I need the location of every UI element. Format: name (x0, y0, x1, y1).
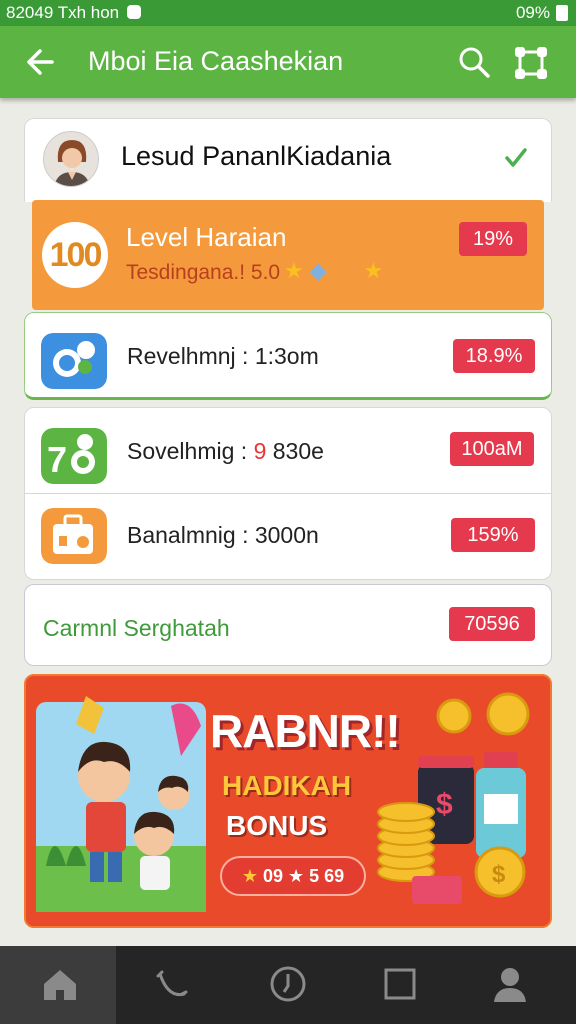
row-label: Revelhmnj : 1:3om (127, 343, 319, 369)
list-item[interactable]: Banalmnig : 3000n 159% (24, 493, 552, 580)
chat-bubble-icon (41, 333, 107, 389)
arrow-left-icon[interactable] (24, 44, 56, 80)
row-badge: 159% (451, 518, 535, 552)
app-title: Mboi Eia Caashekian (88, 46, 344, 76)
carmin-badge: 70596 (449, 607, 535, 641)
bonus-banner[interactable]: $ $ RABNR!! HADIKAH BONUS ★ 09 ★ 5 69 (24, 674, 552, 928)
level-badge: 100 (42, 222, 108, 288)
svg-text:7: 7 (47, 439, 67, 480)
banner-chip[interactable]: ★ 09 ★ 5 69 (220, 856, 366, 896)
status-battery-text: 09% (515, 3, 550, 22)
profile-icon[interactable] (490, 964, 530, 1004)
row-badge: 100aM (450, 432, 534, 466)
banner-headline: RABNR!! (210, 705, 401, 757)
svg-text:$: $ (436, 788, 453, 821)
route-icon[interactable] (152, 964, 192, 1004)
battery-icon (556, 5, 568, 21)
bottom-navigation (0, 946, 576, 1024)
level-title: Level Haraian (126, 222, 287, 252)
carmin-row[interactable]: Carmnl Serghatah 70596 (24, 584, 552, 666)
home-icon[interactable] (40, 964, 80, 1004)
briefcase-icon (41, 508, 107, 564)
app-bar: Mboi Eia Caashekian (0, 26, 576, 98)
banner-line1: HADIKAH (222, 770, 352, 801)
profile-card[interactable]: Lesud PananlKiadania (24, 118, 552, 202)
level-percent-badge: 19% (459, 222, 527, 256)
clock-icon[interactable] (268, 964, 308, 1004)
check-icon (505, 148, 527, 167)
level-card[interactable]: 100 Level Haraian Tesdingana.! 5.0 ★ ◆ ★… (32, 200, 544, 310)
svg-text:$: $ (492, 861, 506, 888)
row-badge: 18.9% (453, 339, 535, 373)
list-item[interactable]: 7 Sovelhmig : 9 830e 100aM (24, 407, 552, 495)
rating-stars-icon: ★ ◆ ★ (284, 258, 384, 283)
row-label: Sovelhmig : 9 830e (127, 438, 324, 464)
list-item[interactable]: Revelhmnj : 1:3om 18.9% (24, 312, 552, 400)
level-subtitle: Tesdingana.! 5.0 (126, 261, 281, 284)
share-nodes-icon[interactable] (512, 44, 550, 82)
carmin-label: Carmnl Serghatah (43, 615, 230, 641)
search-icon[interactable] (456, 44, 492, 80)
banner-line2: BONUS (226, 810, 328, 841)
chat-refresh-icon: 7 (41, 428, 107, 484)
user-avatar-icon (43, 131, 99, 187)
star-icon: ★ (241, 866, 258, 886)
row-label: Banalmnig : 3000n (127, 522, 319, 548)
status-time: 82049 Txh hon (6, 3, 142, 23)
lock-icon (127, 5, 142, 19)
square-icon[interactable] (380, 964, 420, 1004)
profile-name: Lesud PananlKiadania (121, 141, 392, 171)
status-bar: 82049 Txh hon 09% (0, 0, 576, 26)
